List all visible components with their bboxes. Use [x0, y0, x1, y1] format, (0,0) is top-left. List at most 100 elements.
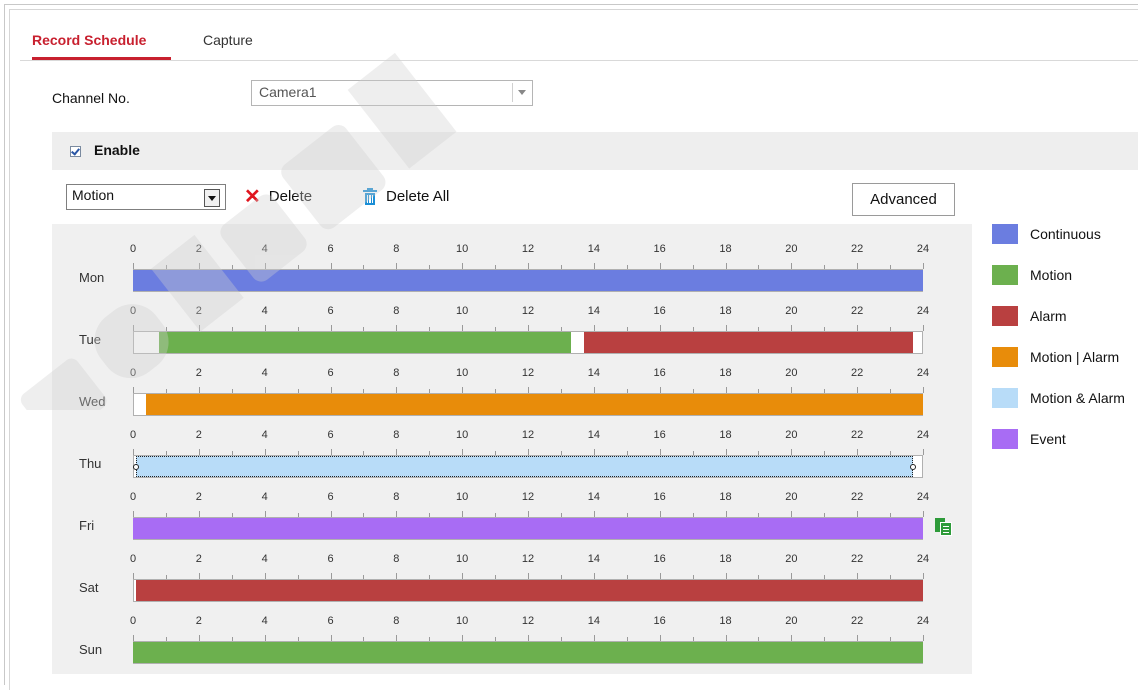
record-type-select[interactable]: Motion [66, 184, 226, 210]
hour-label: 4 [261, 429, 268, 441]
channel-select[interactable]: Camera1 [251, 80, 533, 106]
hour-label: 8 [393, 553, 400, 565]
chevron-down-icon [204, 189, 220, 207]
trash-icon [363, 187, 377, 205]
hour-label: 6 [327, 615, 334, 627]
schedule-track-sun[interactable] [133, 641, 923, 664]
hour-label: 4 [261, 491, 268, 503]
hour-label: 4 [261, 305, 268, 317]
hour-label: 24 [916, 367, 930, 379]
hour-tick [923, 635, 924, 641]
enable-bar: Enable [52, 132, 1138, 170]
hour-label: 12 [521, 553, 535, 565]
hour-label: 12 [521, 429, 535, 441]
hour-label: 14 [587, 305, 600, 317]
schedule-track-thu[interactable] [133, 455, 923, 478]
legend-swatch [992, 347, 1018, 367]
schedule-segment[interactable] [133, 270, 923, 291]
legend-item: Event [992, 429, 1066, 449]
hour-label: 20 [785, 243, 798, 255]
segment-resize-handle[interactable] [910, 464, 917, 470]
hour-label: 20 [785, 305, 798, 317]
record-type-value: Motion [72, 187, 115, 203]
schedule-track-wed[interactable] [133, 393, 923, 416]
hour-label: 12 [521, 615, 535, 627]
hour-label: 0 [129, 553, 137, 565]
hour-label: 4 [261, 367, 268, 379]
schedule-track-sat[interactable] [133, 579, 923, 602]
hour-label: 2 [195, 553, 202, 565]
hour-label: 20 [785, 429, 798, 441]
schedule-track-tue[interactable] [133, 331, 923, 354]
hour-label: 16 [653, 491, 666, 503]
hour-label: 2 [195, 491, 202, 503]
hour-label: 24 [916, 553, 930, 565]
hour-label: 14 [587, 615, 600, 627]
tab-record-schedule[interactable]: Record Schedule [32, 32, 146, 48]
hour-label: 20 [785, 491, 798, 503]
day-label-tue: Tue [79, 332, 101, 347]
hour-label: 6 [327, 367, 334, 379]
hour-label: 14 [587, 367, 600, 379]
enable-checkbox[interactable] [70, 146, 81, 157]
hour-label: 8 [393, 367, 400, 379]
active-tab-indicator [32, 57, 171, 60]
delete-label: Delete [268, 188, 313, 205]
segment-resize-handle[interactable] [133, 464, 140, 470]
hour-tick [923, 263, 924, 269]
schedule-segment[interactable] [133, 456, 917, 477]
legend-swatch [992, 429, 1018, 449]
hour-label: 22 [851, 553, 864, 565]
legend-swatch [992, 224, 1018, 244]
schedule-segment[interactable] [133, 642, 923, 663]
hour-label: 22 [851, 491, 864, 503]
tab-capture[interactable]: Capture [203, 32, 253, 48]
hour-label: 10 [456, 429, 469, 441]
hour-label: 20 [785, 553, 798, 565]
hour-label: 4 [261, 615, 268, 627]
hour-label: 12 [521, 367, 535, 379]
hour-label: 18 [719, 429, 732, 441]
legend-swatch [992, 388, 1018, 408]
hour-label: 16 [653, 243, 666, 255]
hour-tick [923, 449, 924, 455]
hour-tick [923, 325, 924, 331]
hour-label: 2 [195, 615, 202, 627]
legend-label: Continuous [1030, 226, 1101, 242]
hour-label: 20 [785, 367, 798, 379]
hour-label: 0 [129, 491, 137, 503]
hour-label: 2 [195, 243, 202, 255]
schedule-segment[interactable] [159, 332, 571, 353]
legend-item: Continuous [992, 224, 1101, 244]
hour-label: 0 [129, 367, 137, 379]
copy-icon[interactable] [935, 518, 953, 536]
schedule-track-mon[interactable] [133, 269, 923, 292]
legend-item: Motion & Alarm [992, 388, 1125, 408]
hour-label: 2 [195, 367, 202, 379]
hour-label: 14 [587, 429, 600, 441]
legend-label: Motion & Alarm [1030, 390, 1125, 406]
schedule-segment[interactable] [583, 332, 914, 353]
legend-label: Motion | Alarm [1030, 349, 1120, 365]
hour-label: 14 [587, 491, 600, 503]
day-label-sat: Sat [79, 580, 99, 595]
hour-label: 16 [653, 553, 666, 565]
hour-tick [923, 387, 924, 393]
delete-button[interactable]: ✕ Delete [244, 187, 313, 207]
schedule-segment[interactable] [133, 518, 923, 539]
chevron-down-icon [512, 83, 530, 102]
legend-swatch [992, 306, 1018, 326]
hour-label: 14 [587, 553, 600, 565]
schedule-track-fri[interactable] [133, 517, 923, 540]
schedule-segment[interactable] [136, 580, 923, 601]
hour-label: 18 [719, 367, 732, 379]
hour-label: 6 [327, 553, 334, 565]
day-label-wed: Wed [79, 394, 106, 409]
hour-label: 6 [327, 429, 334, 441]
schedule-segment[interactable] [146, 394, 923, 415]
hour-label: 0 [129, 243, 137, 255]
delete-all-button[interactable]: Delete All [363, 187, 449, 205]
hour-label: 10 [456, 553, 469, 565]
advanced-button[interactable]: Advanced [852, 183, 955, 216]
hour-label: 20 [785, 615, 798, 627]
